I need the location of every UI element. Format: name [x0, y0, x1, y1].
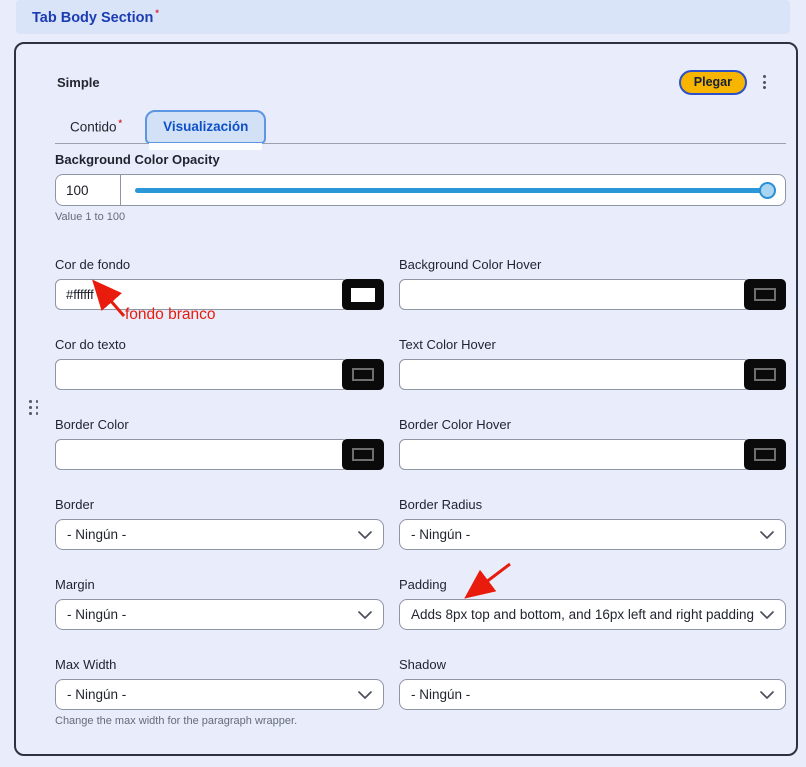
border-color-input[interactable]: [55, 439, 348, 470]
max-width-select[interactable]: - Ningún -: [55, 679, 384, 710]
field-border-radius: Border Radius - Ningún -: [399, 497, 786, 550]
padding-select[interactable]: Adds 8px top and bottom, and 16px left a…: [399, 599, 786, 630]
opacity-field: Background Color Opacity Value 1 to 100: [55, 152, 786, 223]
select-value: - Ningún -: [67, 527, 352, 542]
field-text-color-hover: Text Color Hover: [399, 337, 786, 390]
paragraph-card: Simple Plegar Contido* Visualización Bac…: [14, 42, 798, 756]
select-value: - Ningún -: [411, 687, 754, 702]
paragraph-type-label: Simple: [57, 75, 100, 90]
required-marker: *: [155, 8, 159, 18]
field-label: Border Color Hover: [399, 417, 786, 433]
color-swatch-button[interactable]: [342, 279, 384, 310]
color-swatch-preview: [754, 368, 776, 381]
border-select[interactable]: - Ningún -: [55, 519, 384, 550]
field-label: Shadow: [399, 657, 786, 673]
color-swatch-button[interactable]: [744, 279, 786, 310]
opacity-help-text: Value 1 to 100: [55, 211, 786, 223]
field-max-width: Max Width - Ningún - Change the max widt…: [55, 657, 384, 727]
color-swatch-button[interactable]: [342, 359, 384, 390]
text-color-hover-input[interactable]: [399, 359, 750, 390]
field-margin: Margin - Ningún -: [55, 577, 384, 630]
opacity-label: Background Color Opacity: [55, 152, 786, 168]
chevron-down-icon: [760, 531, 774, 539]
tab-visualizacion-label: Visualización: [163, 119, 248, 134]
field-label: Cor de fondo: [55, 257, 384, 273]
collapse-button[interactable]: Plegar: [679, 70, 747, 95]
color-swatch-button[interactable]: [744, 359, 786, 390]
tab-contido-label: Contido: [70, 119, 117, 134]
field-label: Background Color Hover: [399, 257, 786, 273]
chevron-down-icon: [358, 691, 372, 699]
select-value: - Ningún -: [67, 607, 352, 622]
chevron-down-icon: [760, 691, 774, 699]
chevron-down-icon: [358, 531, 372, 539]
tab-contido-required-marker: *: [119, 118, 123, 128]
opacity-number-input[interactable]: [55, 174, 121, 206]
card-header: Simple Plegar: [55, 70, 786, 94]
color-swatch-button[interactable]: [744, 439, 786, 470]
max-width-help-text: Change the max width for the paragraph w…: [55, 715, 384, 727]
tab-visualizacion[interactable]: Visualización: [145, 110, 266, 144]
field-label: Max Width: [55, 657, 384, 673]
field-cor-do-texto: Cor do texto: [55, 337, 384, 390]
field-border: Border - Ningún -: [55, 497, 384, 550]
field-label: Cor do texto: [55, 337, 384, 353]
field-padding: Padding Adds 8px top and bottom, and 16p…: [399, 577, 786, 630]
field-label: Text Color Hover: [399, 337, 786, 353]
field-border-color-hover: Border Color Hover: [399, 417, 786, 470]
section-header: Tab Body Section*: [16, 0, 790, 34]
field-shadow: Shadow - Ningún -: [399, 657, 786, 727]
select-value: Adds 8px top and bottom, and 16px left a…: [411, 607, 754, 622]
page-title-text: Tab Body Section: [32, 10, 153, 26]
kebab-menu-icon[interactable]: [757, 71, 772, 93]
opacity-slider[interactable]: [120, 174, 786, 206]
tab-contido[interactable]: Contido*: [55, 110, 137, 145]
border-color-hover-input[interactable]: [399, 439, 750, 470]
field-label: Border Radius: [399, 497, 786, 513]
fields-grid: Cor de fondo Background Color Hover Cor …: [55, 257, 786, 727]
drag-handle[interactable]: [27, 398, 40, 417]
background-color-hover-input[interactable]: [399, 279, 750, 310]
chevron-down-icon: [760, 611, 774, 619]
color-swatch-preview: [754, 288, 776, 301]
color-swatch-preview: [351, 288, 375, 302]
color-swatch-preview: [352, 448, 374, 461]
opacity-control: [55, 174, 786, 206]
cor-do-texto-input[interactable]: [55, 359, 348, 390]
field-background-color-hover: Background Color Hover: [399, 257, 786, 310]
select-value: - Ningún -: [411, 527, 754, 542]
field-label: Border Color: [55, 417, 384, 433]
page-title: Tab Body Section*: [32, 8, 159, 26]
field-label: Margin: [55, 577, 384, 593]
field-cor-de-fondo: Cor de fondo: [55, 257, 384, 310]
annotation-fondo-branco: fondo branco: [125, 306, 216, 324]
color-swatch-preview: [352, 368, 374, 381]
field-label: Padding: [399, 577, 786, 593]
tab-bar: Contido* Visualización: [55, 110, 786, 144]
border-radius-select[interactable]: - Ningún -: [399, 519, 786, 550]
color-swatch-preview: [754, 448, 776, 461]
color-swatch-button[interactable]: [342, 439, 384, 470]
shadow-select[interactable]: - Ningún -: [399, 679, 786, 710]
opacity-slider-thumb[interactable]: [759, 182, 776, 199]
opacity-slider-track: [135, 188, 772, 193]
select-value: - Ningún -: [67, 687, 352, 702]
margin-select[interactable]: - Ningún -: [55, 599, 384, 630]
field-label: Border: [55, 497, 384, 513]
chevron-down-icon: [358, 611, 372, 619]
card-header-actions: Plegar: [679, 70, 786, 95]
field-border-color: Border Color: [55, 417, 384, 470]
